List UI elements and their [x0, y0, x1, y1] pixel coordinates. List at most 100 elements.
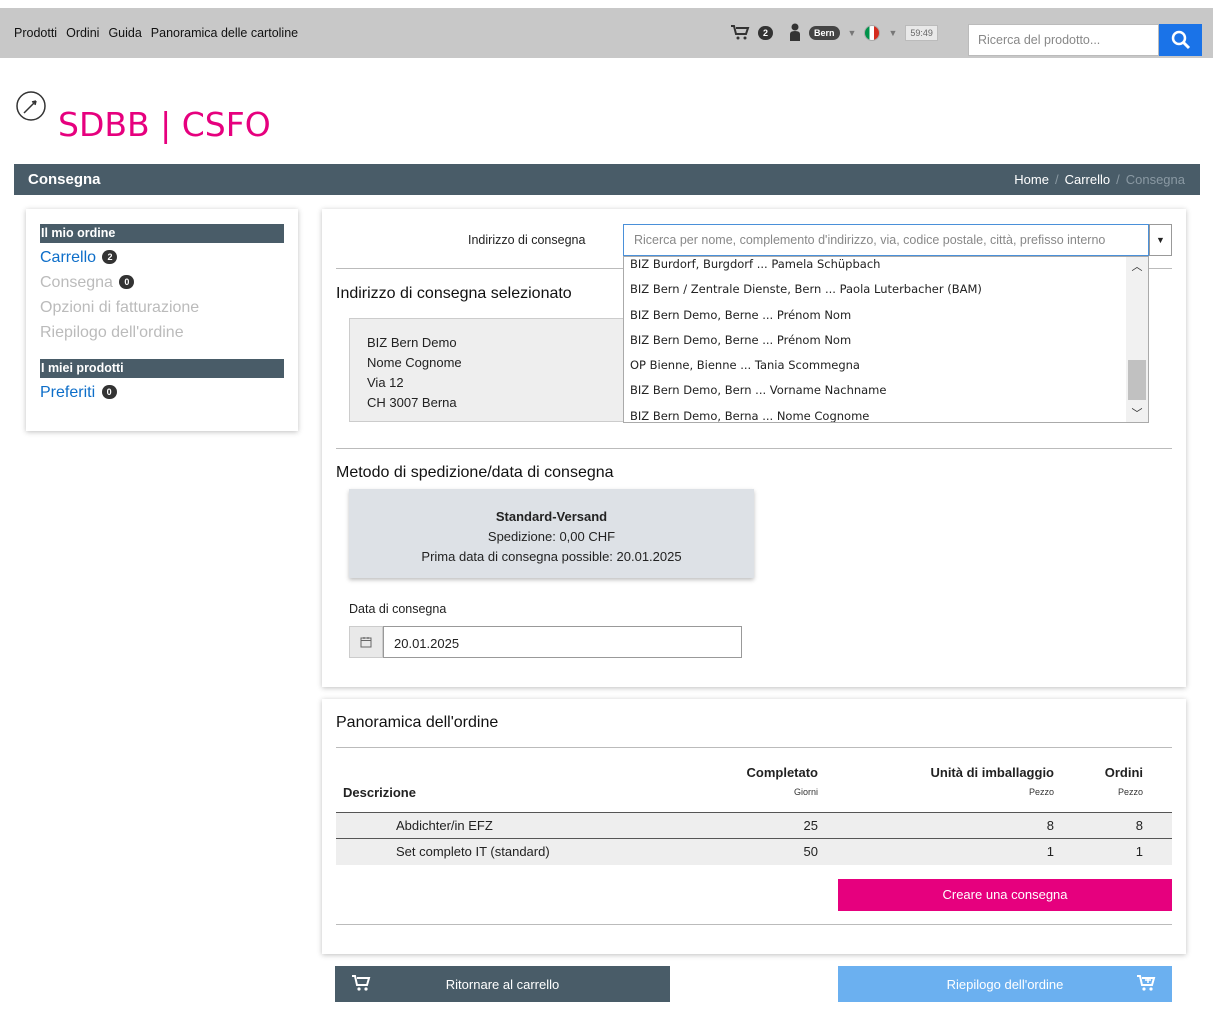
product-search-input[interactable]: Ricerca del prodotto...	[968, 24, 1159, 56]
shipping-name: Standard-Versand	[495, 509, 608, 524]
order-overview-card: Panoramica dell'ordine Descrizione Compl…	[322, 699, 1186, 954]
sidebar-section-my-products: I miei prodotti	[40, 359, 284, 378]
order-summary-button[interactable]: Riepilogo dell'ordine	[838, 966, 1172, 1002]
address-option[interactable]: BIZ Bern Demo, Berne ... Prénom Nom	[624, 301, 1127, 326]
top-icons: 2 Bern ▼ ▼ 59:49	[730, 23, 938, 43]
chevron-down-icon: ▼	[1156, 235, 1165, 245]
sidebar-item-favorites[interactable]: Preferiti 0	[40, 384, 117, 402]
cart-count-badge: 2	[758, 26, 774, 40]
address-option[interactable]: BIZ Bern Demo, Berna ... Nome Cognome	[624, 402, 1127, 422]
page-header: Consegna Home / Carrello / Consegna	[14, 164, 1200, 195]
order-table: Descrizione Completato Giorni Unità di i…	[336, 761, 1172, 865]
italy-flag-icon[interactable]	[864, 25, 881, 41]
cart-check-icon	[1137, 975, 1156, 991]
divider	[336, 747, 1172, 748]
divider	[336, 924, 1172, 925]
address-option[interactable]: BIZ Bern / Zentrale Dienste, Bern ... Pa…	[624, 275, 1127, 300]
table-row: Set completo IT (standard) 50 1 1	[336, 839, 1172, 865]
calendar-icon[interactable]	[349, 626, 383, 658]
chevron-down-icon[interactable]: ▼	[848, 28, 857, 38]
scrollbar-thumb[interactable]	[1128, 360, 1146, 400]
sidebar-item-label: Carrello	[40, 249, 97, 266]
column-completed-unit: Giorni	[793, 787, 818, 797]
sidebar: Il mio ordine Carrello 2 Consegna 0 Opzi…	[26, 209, 298, 431]
selected-address-title: Indirizzo di consegna selezionato	[336, 285, 572, 302]
page-title: Consegna	[28, 171, 101, 188]
sidebar-item-label: Preferiti	[40, 384, 96, 401]
back-to-cart-button[interactable]: Ritornare al carrello	[335, 966, 670, 1002]
address-option[interactable]: BIZ Bern Demo, Berne ... Prénom Nom	[624, 326, 1127, 351]
address-line: CH 3007 Berna	[367, 395, 457, 410]
order-overview-title: Panoramica dell'ordine	[336, 714, 499, 731]
row-description: Set completo IT (standard)	[396, 844, 550, 859]
sidebar-badge: 2	[102, 250, 118, 264]
breadcrumb-home[interactable]: Home	[1014, 172, 1049, 187]
nav-products[interactable]: Prodotti	[14, 26, 57, 40]
address-label: Indirizzo di consegna	[468, 233, 586, 247]
row-description: Abdichter/in EFZ	[396, 818, 493, 833]
row-completed: 50	[803, 844, 818, 859]
row-orders: 1	[1135, 844, 1143, 859]
address-option[interactable]: BIZ Bern Demo, Bern ... Vorname Nachname	[624, 376, 1127, 401]
create-delivery-button[interactable]: Creare una consegna	[838, 879, 1172, 911]
address-dropdown-list[interactable]: BIZ Burdorf, Burgdorf ... Pamela Schüpba…	[623, 256, 1149, 423]
chevron-up-icon[interactable]: ︿	[1126, 258, 1148, 274]
sidebar-badge: 0	[119, 275, 135, 289]
address-line: BIZ Bern Demo	[367, 335, 457, 350]
session-timer: 59:49	[905, 25, 938, 41]
shipping-cost: Spedizione: 0,00 CHF	[487, 529, 616, 544]
sidebar-item-summary: Riepilogo dell'ordine	[40, 324, 184, 341]
nav-cards-overview[interactable]: Panoramica delle cartoline	[151, 26, 298, 40]
nav-help[interactable]: Guida	[108, 26, 141, 40]
chevron-down-icon[interactable]: ﹀	[1126, 405, 1148, 421]
address-dropdown-toggle[interactable]: ▼	[1149, 224, 1172, 256]
sidebar-item-label: Consegna	[40, 274, 113, 291]
address-search-input[interactable]: Ricerca per nome, complemento d'indirizz…	[623, 224, 1149, 256]
column-completed: Completato	[746, 765, 819, 780]
breadcrumb-current: Consegna	[1125, 172, 1185, 187]
column-orders: Ordini	[1104, 765, 1143, 780]
dropdown-scrollbar[interactable]: ︿ ﹀	[1126, 257, 1148, 422]
address-line: Via 12	[367, 375, 404, 390]
table-row: Abdichter/in EFZ 25 8 8	[336, 813, 1172, 839]
shipping-option-card[interactable]: Standard-Versand Spedizione: 0,00 CHF Pr…	[349, 489, 754, 578]
top-bar: Prodotti Ordini Guida Panoramica delle c…	[0, 8, 1213, 58]
row-packaging: 8	[1046, 818, 1054, 833]
search-icon	[1171, 30, 1190, 50]
row-completed: 25	[803, 818, 818, 833]
address-option[interactable]: BIZ Burdorf, Burgdorf ... Pamela Schüpba…	[624, 257, 1127, 275]
sidebar-item-billing: Opzioni di fatturazione	[40, 299, 200, 316]
selected-address-box: BIZ Bern Demo Nome Cognome Via 12 CH 300…	[349, 318, 669, 422]
order-summary-label: Riepilogo dell'ordine	[946, 977, 1064, 992]
top-nav: Prodotti Ordini Guida Panoramica delle c…	[14, 26, 298, 40]
column-orders-unit: Pezzo	[1117, 787, 1143, 797]
sidebar-badge: 0	[101, 385, 117, 399]
column-packaging: Unità di imballaggio	[930, 765, 1054, 780]
user-badge[interactable]: Bern	[809, 26, 840, 40]
brand-logo[interactable]: SDBB | CSFO	[58, 105, 271, 144]
compass-logo-icon[interactable]	[15, 90, 47, 122]
sidebar-item-delivery: Consegna 0	[40, 274, 135, 292]
address-option[interactable]: OP Bienne, Bienne ... Tania Scommegna	[624, 351, 1127, 376]
divider	[336, 448, 1172, 449]
search-button[interactable]	[1159, 24, 1202, 56]
chevron-down-icon[interactable]: ▼	[888, 28, 897, 38]
breadcrumb-cart[interactable]: Carrello	[1065, 172, 1111, 187]
user-icon[interactable]	[789, 23, 801, 44]
column-packaging-unit: Pezzo	[1028, 787, 1054, 797]
address-line: Nome Cognome	[367, 355, 462, 370]
column-description: Descrizione	[343, 785, 416, 800]
delivery-card: Indirizzo di consegna Ricerca per nome, …	[322, 209, 1186, 687]
nav-orders[interactable]: Ordini	[66, 26, 99, 40]
table-header: Descrizione Completato Giorni Unità di i…	[336, 761, 1172, 813]
delivery-date-input[interactable]: 20.01.2025	[383, 626, 742, 658]
delivery-date-label: Data di consegna	[349, 602, 447, 616]
cart-icon[interactable]	[730, 24, 750, 43]
sidebar-section-my-order: Il mio ordine	[40, 224, 284, 243]
back-to-cart-label: Ritornare al carrello	[445, 977, 560, 992]
sidebar-item-cart[interactable]: Carrello 2	[40, 249, 118, 267]
row-orders: 8	[1135, 818, 1143, 833]
shipping-title: Metodo di spedizione/data di consegna	[336, 464, 614, 481]
breadcrumb: Home / Carrello / Consegna	[1014, 172, 1185, 187]
shipping-earliest-date: Prima data di consegna possible: 20.01.2…	[421, 549, 682, 564]
